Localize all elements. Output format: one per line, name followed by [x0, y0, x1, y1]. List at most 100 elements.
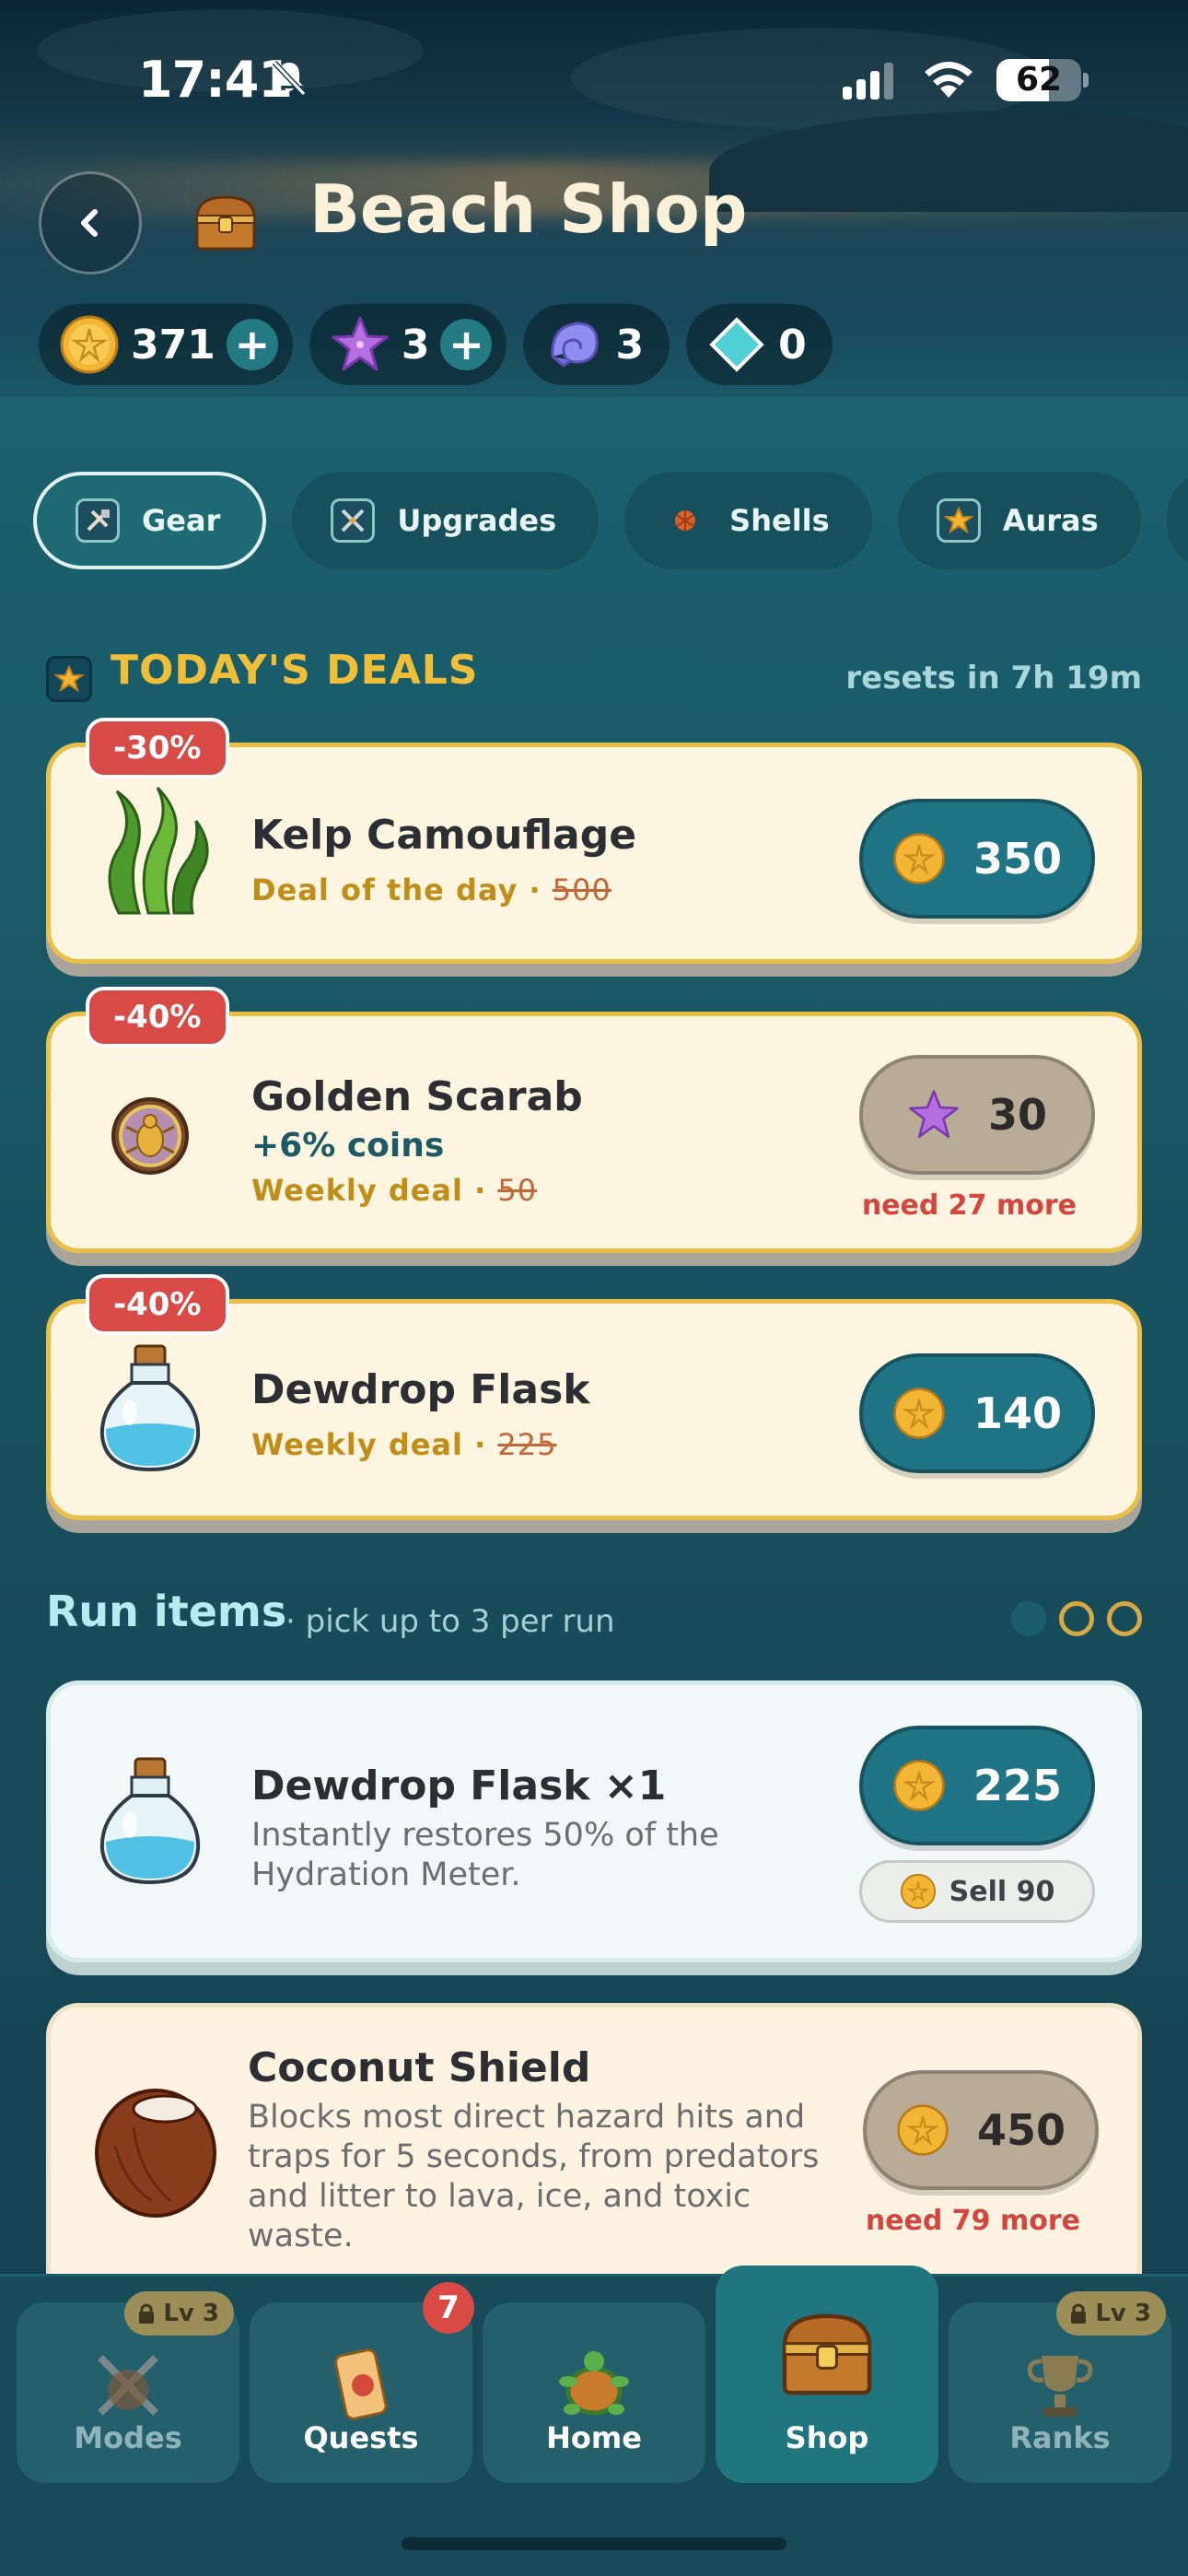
item-description: Blocks most direct hazard hits and traps… [248, 2099, 820, 2254]
original-price: 50 [497, 1173, 538, 1208]
currency-starfish[interactable]: 3 + [309, 304, 507, 385]
price-value: 350 [973, 834, 1063, 884]
page-dot[interactable] [1107, 1601, 1142, 1636]
price-value: 140 [973, 1388, 1063, 1438]
price-value: 225 [973, 1761, 1063, 1810]
item-name: Dewdrop Flask ×1 [251, 1762, 667, 1809]
item-deal-info: Weekly deal · 225 [251, 1427, 557, 1462]
deal-tag: Weekly deal [251, 1427, 463, 1462]
tab-label: Auras [1002, 503, 1099, 538]
tab-label: Gear [142, 503, 221, 538]
battery-tip [1083, 73, 1089, 88]
category-tabs: Gear Upgrades Shells Auras [33, 472, 1188, 569]
item-bonus: +6% coins [251, 1127, 445, 1165]
level-lock-badge: Lv 3 [1056, 2291, 1166, 2336]
item-deal-info: Deal of the day · 500 [251, 872, 611, 907]
coin-icon [900, 1873, 936, 1910]
scarab-amulet-icon [111, 1097, 189, 1175]
notification-badge: 7 [423, 2282, 474, 2334]
todays-deals-header: TODAY'S DEALS resets in 7h 19m [46, 647, 1142, 713]
run-item-card[interactable]: Dewdrop Flask ×1 Instantly restores 50% … [46, 1680, 1142, 1962]
need-more-warning: need 79 more [865, 2205, 1080, 2237]
back-button[interactable] [39, 171, 142, 275]
nav-home[interactable]: Home [483, 2302, 705, 2483]
status-bar: 17:41 62 [0, 0, 1188, 157]
tools-icon [76, 498, 120, 543]
tabs-scroll-right-button[interactable] [1166, 472, 1188, 569]
page-indicator [1011, 1601, 1142, 1636]
run-items-title: Run items [46, 1587, 287, 1636]
buy-button[interactable]: 140 [859, 1353, 1095, 1473]
gem-count: 0 [778, 321, 807, 369]
coin-icon [893, 1760, 945, 1811]
turtle-icon [559, 2351, 629, 2416]
deal-card[interactable]: -40% Dewdrop Flask Weekly deal · 225 140 [46, 1274, 1142, 1520]
buy-button-locked[interactable]: 30 [859, 1055, 1095, 1175]
deal-card[interactable]: -30% Kelp Camouflage Deal of the day · 5… [46, 718, 1142, 964]
cellular-signal-icon [843, 63, 893, 100]
coin-icon [893, 833, 945, 884]
starfish-icon [909, 1090, 959, 1139]
page-dot[interactable] [1059, 1601, 1094, 1636]
buy-button[interactable]: 225 [859, 1726, 1095, 1845]
currency-gems[interactable]: 0 [686, 304, 833, 385]
nav-quests[interactable]: 7 Quests [250, 2282, 474, 2483]
section-title: TODAY'S DEALS [111, 647, 479, 694]
coin-count: 371 [131, 321, 215, 369]
item-name: Kelp Camouflage [251, 812, 637, 859]
sell-label: Sell 90 [949, 1875, 1055, 1908]
level-lock-badge: Lv 3 [124, 2291, 234, 2336]
star-badge-icon [46, 656, 92, 702]
seashell-icon [551, 322, 600, 368]
price-value: 450 [976, 2105, 1066, 2155]
lock-icon [1071, 2303, 1087, 2324]
coin-icon [893, 1388, 945, 1439]
item-name: Dewdrop Flask [251, 1366, 590, 1413]
tab-upgrades[interactable]: Upgrades [292, 472, 600, 569]
bottom-navigation: Lv 3 Modes 7 Quests Home Shop Lv 3 Ranks [0, 2266, 1188, 2576]
modes-icon [98, 2355, 158, 2416]
item-name: Golden Scarab [251, 1073, 583, 1120]
tab-auras[interactable]: Auras [897, 472, 1141, 569]
need-more-warning: need 27 more [861, 1189, 1077, 1222]
treasure-chest-icon [782, 2313, 872, 2395]
deal-tag: Deal of the day [251, 872, 518, 907]
original-price: 500 [552, 872, 611, 907]
buy-button-locked[interactable]: 450 [863, 2070, 1099, 2190]
nav-modes[interactable]: Lv 3 Modes [17, 2291, 239, 2483]
shell-count: 3 [615, 321, 645, 369]
battery-percentage: 62 [1015, 61, 1063, 99]
add-coins-button[interactable]: + [226, 319, 278, 370]
tab-label: Shells [729, 503, 830, 538]
discount-badge: -30% [86, 718, 229, 779]
buy-button[interactable]: 350 [859, 799, 1095, 919]
starfish-icon [332, 316, 389, 371]
discount-badge: -40% [86, 987, 229, 1048]
diamond-gem-icon [709, 317, 764, 372]
add-starfish-button[interactable]: + [440, 319, 493, 370]
nav-label: Shop [785, 2420, 869, 2455]
chevron-left-icon [81, 209, 98, 237]
crossed-swords-icon [331, 498, 376, 543]
trophy-icon [1027, 2356, 1093, 2417]
star-aura-icon [936, 498, 981, 543]
wifi-icon [925, 62, 973, 98]
currency-shells[interactable]: 3 [523, 304, 670, 385]
lock-level-label: Lv 3 [163, 2300, 219, 2327]
tab-gear[interactable]: Gear [33, 472, 267, 569]
sell-button[interactable]: Sell 90 [859, 1860, 1095, 1923]
currency-bar: 371 + 3 + 3 0 [39, 304, 833, 385]
battery-indicator: 62 [996, 59, 1081, 101]
nav-shop[interactable]: Shop [716, 2266, 938, 2483]
item-name: Coconut Shield [248, 2044, 591, 2091]
page-dot-active[interactable] [1011, 1601, 1046, 1636]
discount-badge: -40% [86, 1274, 229, 1335]
price-value: 30 [987, 1090, 1047, 1140]
deal-card[interactable]: -40% Golden Scarab +6% coins Weekly deal… [46, 987, 1142, 1253]
sand-dollar-coin-icon [60, 315, 119, 374]
home-indicator[interactable] [402, 2537, 786, 2550]
nav-ranks[interactable]: Lv 3 Ranks [949, 2291, 1171, 2483]
currency-coins[interactable]: 371 + [39, 304, 293, 385]
tab-shells[interactable]: Shells [624, 472, 872, 569]
page-title: Beach Shop [309, 170, 748, 248]
